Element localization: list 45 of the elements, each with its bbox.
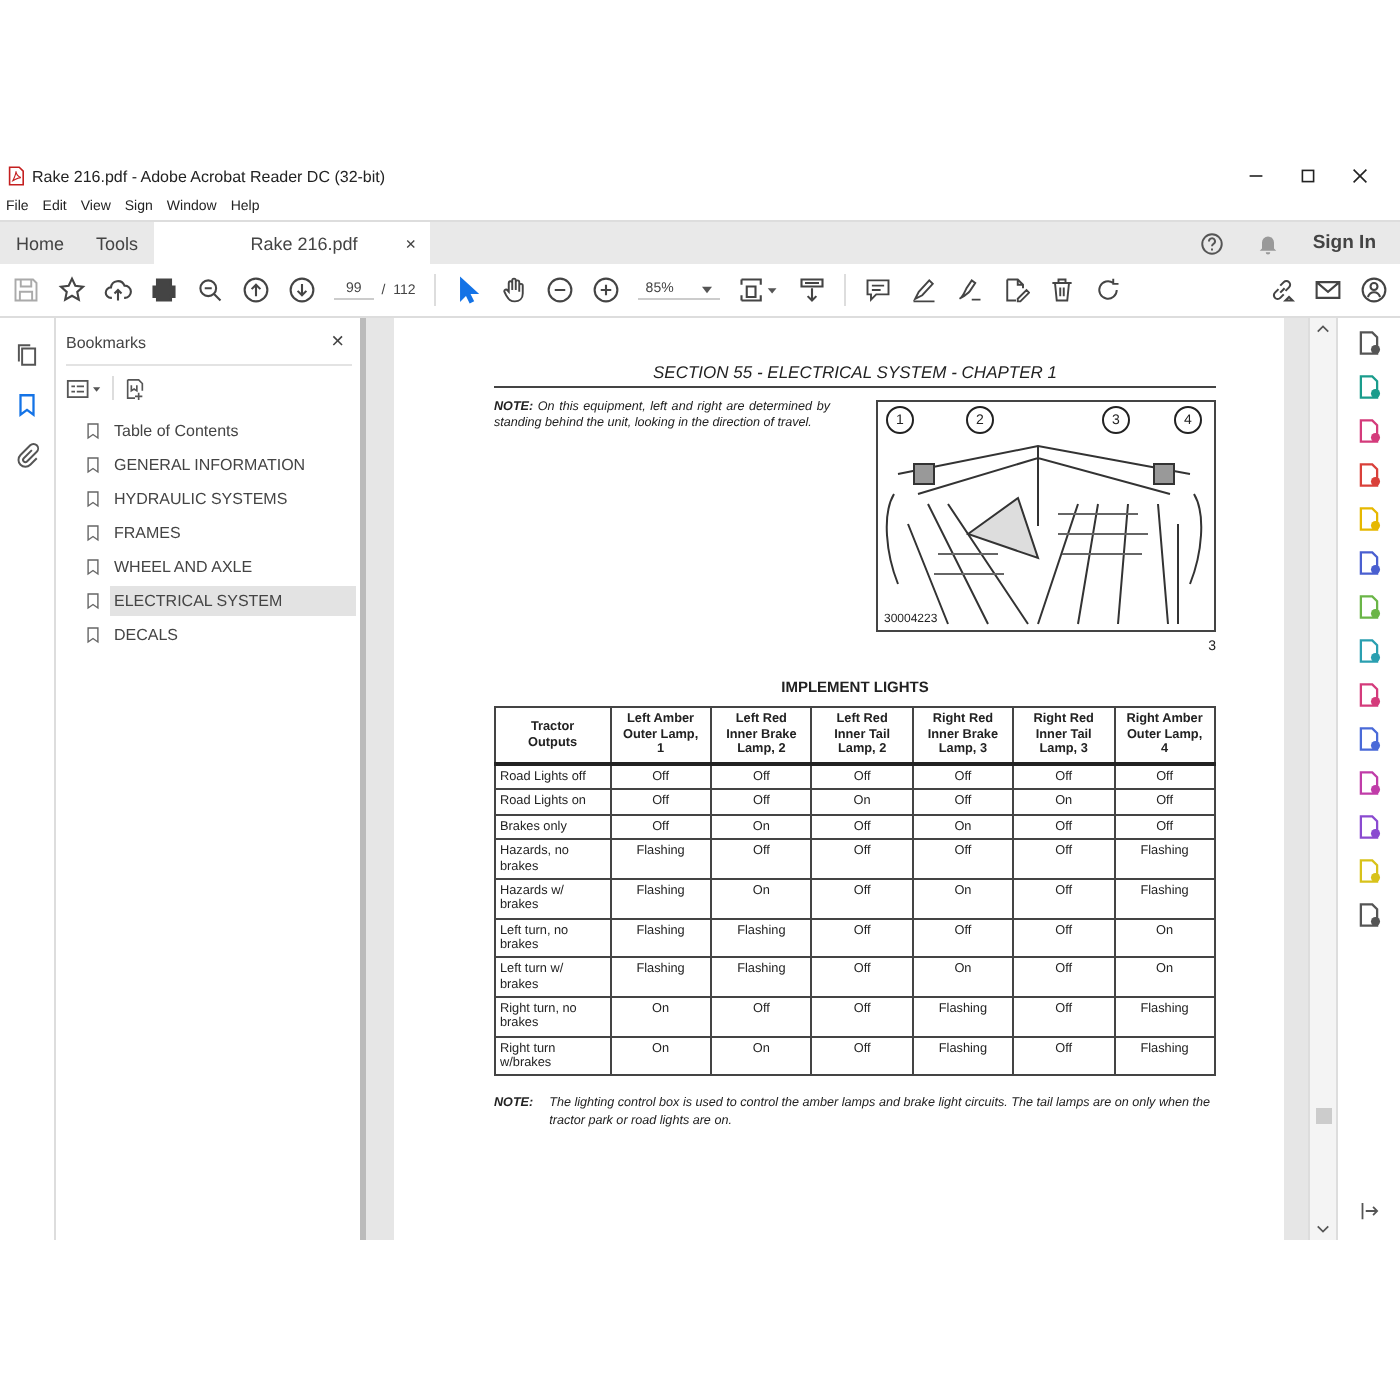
options-menu-icon[interactable]: [66, 377, 102, 399]
panel-title: Bookmarks: [66, 333, 147, 351]
cloud-upload-icon[interactable]: [104, 276, 132, 304]
hand-icon[interactable]: [499, 276, 528, 304]
help-icon[interactable]: [1200, 231, 1225, 255]
tab[interactable]: Rake 216.pdf ×: [154, 222, 431, 264]
comment-icon[interactable]: [863, 276, 892, 304]
bookmark-item[interactable]: ELECTRICAL SYSTEM: [110, 586, 356, 616]
expand-panel-icon[interactable]: [1356, 1198, 1382, 1224]
close-icon[interactable]: [1352, 168, 1368, 184]
scroll-down-icon[interactable]: [1316, 1224, 1330, 1234]
bookmark-item[interactable]: HYDRAULIC SYSTEMS: [110, 484, 356, 514]
edit-document-icon[interactable]: [1001, 276, 1030, 304]
scrollbar-thumb[interactable]: [1315, 1108, 1331, 1124]
trash-icon[interactable]: [1047, 276, 1076, 304]
paperclip-icon[interactable]: [14, 442, 40, 468]
scrollbar[interactable]: [1308, 318, 1336, 1240]
pen-sign-icon[interactable]: [955, 276, 984, 304]
fit-page-icon[interactable]: [737, 276, 780, 304]
scroll-mode-icon[interactable]: [797, 276, 826, 304]
caret-icon[interactable]: [701, 285, 712, 293]
star-icon[interactable]: [58, 276, 86, 304]
link-icon[interactable]: [1268, 276, 1296, 304]
pdf-file-icon: [8, 166, 24, 186]
search-icon[interactable]: [196, 276, 224, 304]
pages-icon[interactable]: [14, 342, 40, 368]
rotate-icon[interactable]: [1093, 276, 1122, 304]
bookmark-item[interactable]: GENERAL INFORMATION: [110, 450, 356, 480]
scroll-up-icon[interactable]: [1316, 324, 1330, 334]
highlighter-icon[interactable]: [909, 276, 938, 304]
maximize-icon[interactable]: [1300, 168, 1316, 184]
window-title: Rake 216.pdf - Adobe Acrobat Reader DC (32-bit): [32, 167, 386, 185]
bookmark-icon[interactable]: [14, 392, 40, 418]
zoom-out-icon[interactable]: [545, 276, 574, 304]
sign-in-button[interactable]: Sign In: [1312, 232, 1376, 254]
new-bookmark-icon[interactable]: [124, 377, 146, 399]
mail-icon[interactable]: [1314, 276, 1342, 304]
bookmark-item[interactable]: WHEEL AND AXLE: [110, 552, 356, 582]
close-panel-button[interactable]: ×: [331, 330, 344, 354]
section-heading: SECTION 55 - ELECTRICAL SYSTEM - CHAPTER 1: [494, 362, 1216, 388]
zoom-in-icon[interactable]: [591, 276, 620, 304]
bookmark-item[interactable]: DECALS: [110, 620, 356, 650]
user-add-icon[interactable]: [1360, 276, 1388, 304]
bookmark-item[interactable]: Table of Contents: [110, 416, 356, 446]
bookmark-item[interactable]: FRAMES: [110, 518, 356, 548]
